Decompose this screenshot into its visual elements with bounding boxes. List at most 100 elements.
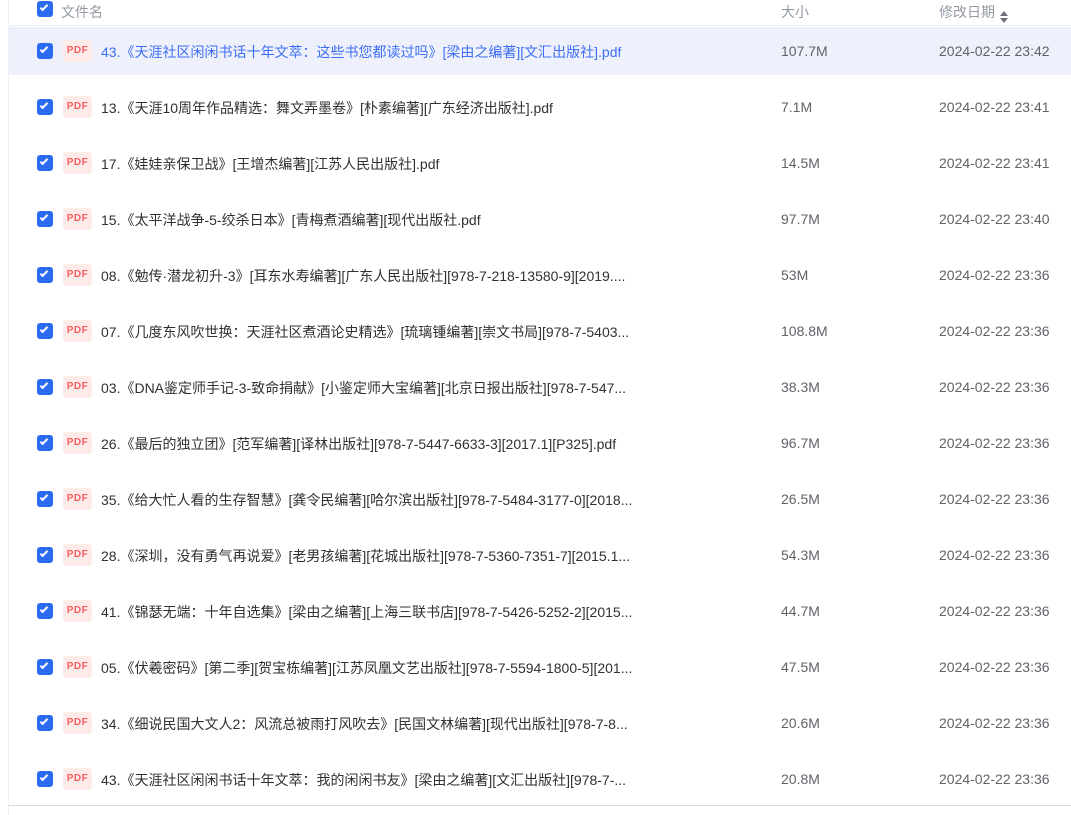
column-header-filename: 文件名 <box>61 2 103 22</box>
file-date: 2024-02-22 23:36 <box>939 323 1050 339</box>
select-all-checkbox[interactable] <box>37 1 53 17</box>
row-checkbox[interactable] <box>37 491 53 507</box>
file-name-link[interactable]: 35.《给大忙人看的生存智慧》[龚令民编著][哈尔滨出版社][978-7-548… <box>101 490 771 510</box>
table-row[interactable]: PDF 15.《太平洋战争-5-绞杀日本》[青梅煮酒编著][现代出版社.pdf … <box>9 195 1071 243</box>
table-row[interactable]: PDF 17.《娃娃亲保卫战》[王增杰编著][江苏人民出版社].pdf 14.5… <box>9 139 1071 187</box>
file-size: 97.7M <box>781 211 820 227</box>
pdf-icon: PDF <box>63 264 92 286</box>
check-icon <box>40 773 48 781</box>
check-icon <box>40 45 48 53</box>
row-checkbox[interactable] <box>37 547 53 563</box>
file-size: 38.3M <box>781 379 820 395</box>
file-table: 文件名 大小 修改日期 PDF 43.《天涯社区闲闲书话十年文萃：这些书您都读过… <box>8 0 1071 815</box>
file-name-link[interactable]: 13.《天涯10周年作品精选：舞文弄墨卷》[朴素编著][广东经济出版社].pdf <box>101 98 771 118</box>
file-size: 44.7M <box>781 603 820 619</box>
file-list: PDF 43.《天涯社区闲闲书话十年文萃：这些书您都读过吗》[梁由之编著][文汇… <box>9 26 1071 803</box>
file-name-link[interactable]: 26.《最后的独立团》[范军编著][译林出版社][978-7-5447-6633… <box>101 434 771 454</box>
row-checkbox[interactable] <box>37 211 53 227</box>
pdf-icon: PDF <box>63 712 92 734</box>
table-row[interactable]: PDF 43.《天涯社区闲闲书话十年文萃：我的闲闲书友》[梁由之编著][文汇出版… <box>9 755 1071 803</box>
pdf-icon: PDF <box>63 432 92 454</box>
pdf-icon: PDF <box>63 40 92 62</box>
file-date: 2024-02-22 23:36 <box>939 267 1050 283</box>
check-icon <box>40 381 48 389</box>
file-name-link[interactable]: 07.《几度东风吹世换：天涯社区煮酒论史精选》[琉璃锺编著][崇文书局][978… <box>101 322 771 342</box>
file-size: 20.8M <box>781 771 820 787</box>
file-date: 2024-02-22 23:41 <box>939 155 1050 171</box>
file-name-link[interactable]: 17.《娃娃亲保卫战》[王增杰编著][江苏人民出版社].pdf <box>101 154 771 174</box>
file-size: 108.8M <box>781 323 828 339</box>
file-name-link[interactable]: 34.《细说民国大文人2：风流总被雨打风吹去》[民国文林编著][现代出版社][9… <box>101 714 771 734</box>
row-checkbox[interactable] <box>37 771 53 787</box>
file-name-link[interactable]: 28.《深圳，没有勇气再说爱》[老男孩编著][花城出版社][978-7-5360… <box>101 546 771 566</box>
row-checkbox[interactable] <box>37 603 53 619</box>
file-size: 47.5M <box>781 659 820 675</box>
file-name-link[interactable]: 41.《锦瑟无端：十年自选集》[梁由之编著][上海三联书店][978-7-542… <box>101 602 771 622</box>
table-row[interactable]: PDF 35.《给大忙人看的生存智慧》[龚令民编著][哈尔滨出版社][978-7… <box>9 475 1071 523</box>
check-icon <box>40 717 48 725</box>
row-checkbox[interactable] <box>37 323 53 339</box>
pdf-icon: PDF <box>63 600 92 622</box>
file-date: 2024-02-22 23:36 <box>939 659 1050 675</box>
file-date: 2024-02-22 23:41 <box>939 99 1050 115</box>
check-icon <box>40 325 48 333</box>
file-name-link[interactable]: 03.《DNA鉴定师手记-3-致命捐献》[小鉴定师大宝编著][北京日报出版社][… <box>101 378 771 398</box>
file-date: 2024-02-22 23:36 <box>939 435 1050 451</box>
pdf-icon: PDF <box>63 544 92 566</box>
file-name-link[interactable]: 08.《勉传·潜龙初升-3》[耳东水寿编著][广东人民出版社][978-7-21… <box>101 266 771 286</box>
file-name-link[interactable]: 43.《天涯社区闲闲书话十年文萃：这些书您都读过吗》[梁由之编著][文汇出版社]… <box>101 42 771 62</box>
file-date: 2024-02-22 23:42 <box>939 43 1050 59</box>
pdf-icon: PDF <box>63 96 92 118</box>
pdf-icon: PDF <box>63 488 92 510</box>
file-size: 14.5M <box>781 155 820 171</box>
pdf-icon: PDF <box>63 656 92 678</box>
file-date: 2024-02-22 23:36 <box>939 491 1050 507</box>
column-header-date[interactable]: 修改日期 <box>939 2 1008 23</box>
table-row[interactable]: PDF 34.《细说民国大文人2：风流总被雨打风吹去》[民国文林编著][现代出版… <box>9 699 1071 747</box>
file-date: 2024-02-22 23:36 <box>939 547 1050 563</box>
table-row[interactable]: PDF 03.《DNA鉴定师手记-3-致命捐献》[小鉴定师大宝编著][北京日报出… <box>9 363 1071 411</box>
row-checkbox[interactable] <box>37 379 53 395</box>
row-checkbox[interactable] <box>37 155 53 171</box>
file-name-link[interactable]: 15.《太平洋战争-5-绞杀日本》[青梅煮酒编著][现代出版社.pdf <box>101 210 771 230</box>
table-row[interactable]: PDF 43.《天涯社区闲闲书话十年文萃：这些书您都读过吗》[梁由之编著][文汇… <box>9 27 1071 75</box>
file-date: 2024-02-22 23:36 <box>939 603 1050 619</box>
check-icon <box>40 101 48 109</box>
check-icon <box>40 605 48 613</box>
check-icon <box>40 437 48 445</box>
column-header-size: 大小 <box>781 2 809 22</box>
check-icon <box>40 213 48 221</box>
bottom-divider <box>9 805 1071 806</box>
pdf-icon: PDF <box>63 768 92 790</box>
table-row[interactable]: PDF 07.《几度东风吹世换：天涯社区煮酒论史精选》[琉璃锺编著][崇文书局]… <box>9 307 1071 355</box>
table-row[interactable]: PDF 28.《深圳，没有勇气再说爱》[老男孩编著][花城出版社][978-7-… <box>9 531 1071 579</box>
row-checkbox[interactable] <box>37 43 53 59</box>
pdf-icon: PDF <box>63 152 92 174</box>
row-checkbox[interactable] <box>37 715 53 731</box>
file-date: 2024-02-22 23:36 <box>939 379 1050 395</box>
row-checkbox[interactable] <box>37 659 53 675</box>
check-icon <box>40 269 48 277</box>
table-row[interactable]: PDF 05.《伏羲密码》[第二季][贺宝栋编著][江苏凤凰文艺出版社][978… <box>9 643 1071 691</box>
pdf-icon: PDF <box>63 376 92 398</box>
check-icon <box>40 661 48 669</box>
column-header-date-label: 修改日期 <box>939 4 995 20</box>
file-date: 2024-02-22 23:36 <box>939 771 1050 787</box>
file-size: 107.7M <box>781 43 828 59</box>
file-size: 96.7M <box>781 435 820 451</box>
file-name-link[interactable]: 43.《天涯社区闲闲书话十年文萃：我的闲闲书友》[梁由之编著][文汇出版社][9… <box>101 770 771 790</box>
table-row[interactable]: PDF 08.《勉传·潜龙初升-3》[耳东水寿编著][广东人民出版社][978-… <box>9 251 1071 299</box>
row-checkbox[interactable] <box>37 99 53 115</box>
file-size: 53M <box>781 267 808 283</box>
pdf-icon: PDF <box>63 208 92 230</box>
file-date: 2024-02-22 23:40 <box>939 211 1050 227</box>
table-row[interactable]: PDF 41.《锦瑟无端：十年自选集》[梁由之编著][上海三联书店][978-7… <box>9 587 1071 635</box>
row-checkbox[interactable] <box>37 267 53 283</box>
file-name-link[interactable]: 05.《伏羲密码》[第二季][贺宝栋编著][江苏凤凰文艺出版社][978-7-5… <box>101 658 771 678</box>
sort-caret-icon[interactable] <box>1000 11 1008 23</box>
row-checkbox[interactable] <box>37 435 53 451</box>
table-row[interactable]: PDF 13.《天涯10周年作品精选：舞文弄墨卷》[朴素编著][广东经济出版社]… <box>9 83 1071 131</box>
file-size: 20.6M <box>781 715 820 731</box>
table-row[interactable]: PDF 26.《最后的独立团》[范军编著][译林出版社][978-7-5447-… <box>9 419 1071 467</box>
table-header: 文件名 大小 修改日期 <box>9 0 1071 26</box>
